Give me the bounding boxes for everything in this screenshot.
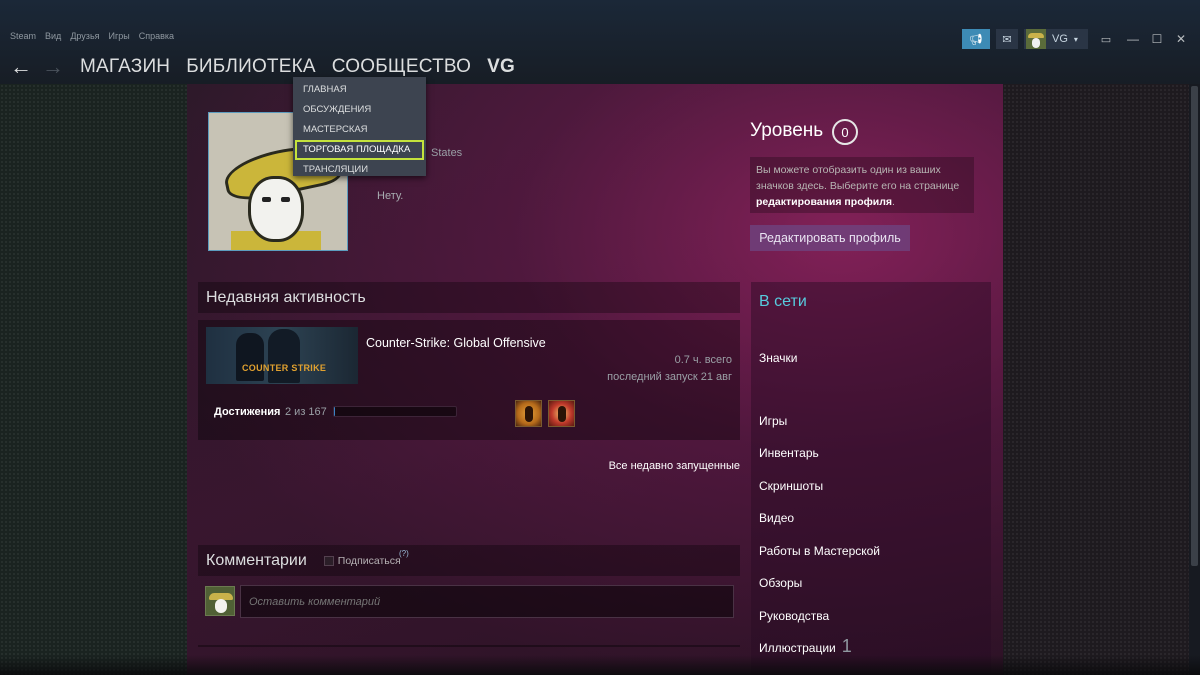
- game-name-link[interactable]: Counter-Strike: Global Offensive: [366, 336, 546, 350]
- close-button[interactable]: ✕: [1172, 29, 1190, 49]
- illustrations-count: 1: [841, 636, 852, 656]
- sidebar-item-reviews[interactable]: Обзоры: [759, 576, 802, 590]
- avatar: [1026, 29, 1046, 49]
- sidebar-item-workshop[interactable]: Работы в Мастерской: [759, 544, 880, 558]
- recent-activity-header: Недавняя активность: [198, 282, 740, 313]
- sidebar-item-badges[interactable]: Значки: [759, 351, 798, 365]
- maximize-button[interactable]: ☐: [1148, 29, 1166, 49]
- minimize-icon: —: [1127, 32, 1139, 46]
- account-name: VG: [1052, 33, 1068, 45]
- sidebar-item-screenshots[interactable]: Скриншоты: [759, 479, 823, 493]
- client-menu-bar: Steam Вид Друзья Игры Справка: [10, 31, 174, 41]
- achievements-label[interactable]: Достижения: [214, 406, 280, 418]
- comment-input[interactable]: [240, 585, 734, 618]
- dropdown-item-broadcasts[interactable]: ТРАНСЛЯЦИИ: [295, 160, 424, 180]
- maximize-icon: ☐: [1151, 32, 1163, 46]
- dropdown-item-discussions[interactable]: ОБСУЖДЕНИЯ: [295, 100, 424, 120]
- nav-library[interactable]: БИБЛИОТЕКА: [186, 56, 316, 78]
- sidebar-item-videos[interactable]: Видео: [759, 511, 794, 525]
- scrollbar[interactable]: [1189, 84, 1200, 675]
- sidebar-item-label: Иллюстрации: [759, 641, 836, 655]
- achievement-icon[interactable]: [548, 400, 575, 427]
- sidebar-item-games[interactable]: Игры: [759, 414, 787, 428]
- nav-user[interactable]: VG: [487, 56, 515, 78]
- badge-hint: Вы можете отобразить один из ваших значк…: [750, 157, 974, 213]
- menu-view[interactable]: Вид: [45, 31, 61, 41]
- envelope-icon: ✉: [1002, 33, 1012, 46]
- nav-community[interactable]: СООБЩЕСТВО: [332, 56, 471, 78]
- chevron-down-icon: ▾: [1073, 34, 1078, 44]
- level-label: Уровень: [750, 120, 824, 141]
- profile-country: States: [431, 147, 463, 159]
- big-picture-button[interactable]: ▭: [1094, 29, 1118, 49]
- subscribe-checkbox[interactable]: [323, 555, 334, 566]
- menu-games[interactable]: Игры: [109, 31, 130, 41]
- subscribe-label[interactable]: Подписаться: [338, 555, 401, 567]
- game-capsule-image[interactable]: COUNTER STRIKE: [206, 327, 358, 384]
- achievement-icon[interactable]: [515, 400, 542, 427]
- minimize-button[interactable]: —: [1124, 29, 1142, 49]
- dropdown-item-workshop[interactable]: МАСТЕРСКАЯ: [295, 120, 424, 140]
- sidebar-item-guides[interactable]: Руководства: [759, 609, 829, 623]
- badge-hint-text: Вы можете отобразить один из ваших значк…: [756, 164, 960, 192]
- announcements-button[interactable]: 📢︎: [962, 29, 990, 49]
- scrollbar-thumb[interactable]: [1191, 86, 1198, 566]
- comments-header: Комментарии Подписаться: [198, 545, 740, 576]
- comments-title: Комментарии: [206, 551, 307, 569]
- menu-friends[interactable]: Друзья: [70, 31, 99, 41]
- bottom-fade: [0, 655, 1200, 675]
- sidebar-item-inventory[interactable]: Инвентарь: [759, 446, 819, 460]
- sidebar-item-illustrations[interactable]: Иллюстрации 1: [759, 636, 852, 657]
- subscribe-help-link[interactable]: (?): [399, 549, 409, 558]
- game-logo-text: COUNTER STRIKE: [242, 363, 327, 373]
- achievements-progress-bar: [333, 406, 457, 417]
- megaphone-icon: 📢︎: [969, 33, 983, 46]
- dropdown-item-market[interactable]: ТОРГОВАЯ ПЛОЩАДКА: [295, 140, 424, 160]
- profile-background-right: [1003, 84, 1189, 675]
- big-picture-icon: ▭: [1100, 33, 1112, 46]
- divider: [198, 645, 740, 647]
- notifications-button[interactable]: ✉: [996, 29, 1018, 49]
- badge-hint-suffix: .: [892, 196, 895, 208]
- achievements-progress-fill: [334, 407, 336, 416]
- profile-background-left: [0, 84, 187, 675]
- level-badge: 0: [832, 119, 858, 145]
- edit-profile-button[interactable]: Редактировать профиль: [750, 225, 910, 251]
- back-arrow-icon[interactable]: ←: [10, 54, 32, 80]
- all-recent-games-link[interactable]: Все недавно запущенные: [609, 460, 740, 472]
- account-menu-button[interactable]: VG ▾: [1024, 29, 1088, 49]
- menu-help[interactable]: Справка: [139, 31, 174, 41]
- online-status: В сети: [759, 293, 807, 310]
- main-nav: ← → МАГАЗИН БИБЛИОТЕКА СООБЩЕСТВО VG: [10, 54, 531, 80]
- avatar: [205, 586, 235, 616]
- community-dropdown-menu: ГЛАВНАЯ ОБСУЖДЕНИЯ МАСТЕРСКАЯ ТОРГОВАЯ П…: [293, 77, 426, 176]
- menu-steam[interactable]: Steam: [10, 31, 36, 41]
- game-hours: 0.7 ч. всего: [674, 354, 732, 366]
- forward-arrow-icon[interactable]: →: [42, 54, 64, 80]
- profile-summary: Нету.: [377, 190, 404, 202]
- game-last-played: последний запуск 21 авг: [607, 371, 732, 383]
- achievements-count: 2 из 167: [285, 406, 327, 418]
- close-icon: ✕: [1175, 32, 1187, 46]
- dropdown-item-home[interactable]: ГЛАВНАЯ: [295, 80, 424, 100]
- window-controls: 📢︎ ✉ VG ▾ ▭ — ☐ ✕: [962, 29, 1190, 49]
- nav-store[interactable]: МАГАЗИН: [80, 56, 170, 78]
- edit-profile-link[interactable]: редактирования профиля: [756, 196, 892, 208]
